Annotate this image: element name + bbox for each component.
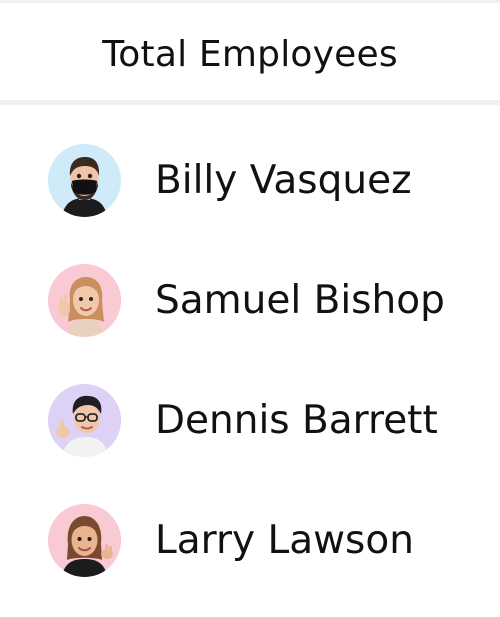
employee-name: Samuel Bishop — [155, 277, 445, 323]
page-title: Total Employees — [102, 34, 398, 75]
avatar — [48, 503, 121, 577]
employee-row[interactable]: Billy Vasquez — [0, 120, 500, 240]
memoji-man-face-mask-icon — [48, 143, 121, 217]
employee-name: Larry Lawson — [155, 517, 414, 563]
employee-row[interactable]: Dennis Barrett — [0, 360, 500, 480]
memoji-woman-blonde-waving-icon — [48, 263, 121, 337]
employee-name: Billy Vasquez — [155, 157, 412, 203]
memoji-man-glasses-thumbs-up-icon — [48, 383, 121, 457]
avatar — [48, 143, 121, 217]
employee-row[interactable]: Samuel Bishop — [0, 240, 500, 360]
avatar — [48, 383, 121, 457]
memoji-woman-brown-hair-shrug-icon — [48, 503, 121, 577]
employee-list: Billy Vasquez Samuel Bishop Dennis Barre… — [0, 105, 500, 600]
header: Total Employees — [0, 3, 500, 100]
avatar — [48, 263, 121, 337]
employee-name: Dennis Barrett — [155, 397, 438, 443]
employee-row[interactable]: Larry Lawson — [0, 480, 500, 600]
